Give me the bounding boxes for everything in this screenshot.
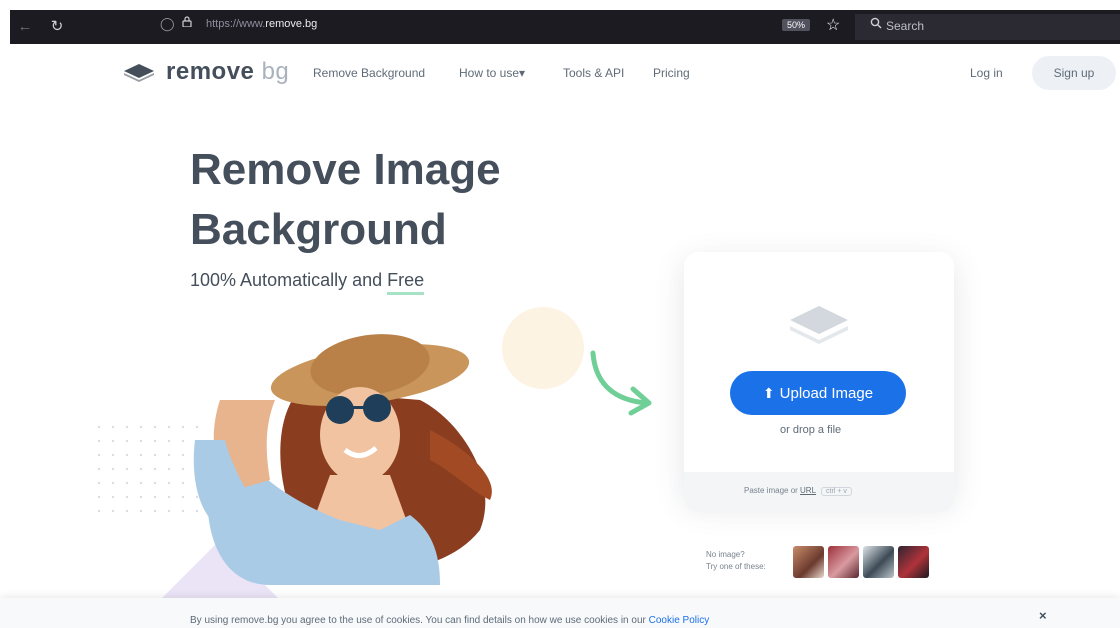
cookie-policy-link[interactable]: Cookie Policy <box>649 615 710 626</box>
logo-main: remove <box>166 58 255 85</box>
nav-how-to-use-label: How to use <box>459 66 520 80</box>
login-link[interactable]: Log in <box>970 66 1003 80</box>
logo-wordmark[interactable]: remove bg <box>166 58 289 86</box>
page-subtitle: 100% Automatically and Free <box>190 270 425 295</box>
lock-icon[interactable] <box>182 16 192 27</box>
drop-file-hint: or drop a file <box>780 424 842 436</box>
logo-layers-icon[interactable] <box>122 60 156 84</box>
paste-url-link[interactable]: URL <box>800 486 816 495</box>
sample-hint-line-2: Try one of these: <box>706 562 766 571</box>
page-title: Remove Image Background <box>190 140 501 260</box>
sample-thumbnail-1[interactable] <box>793 546 824 578</box>
nav-remove-background[interactable]: Remove Background <box>313 66 425 80</box>
logo-suffix: bg <box>261 58 290 85</box>
paste-hint: Paste image or URL ctrl + v <box>744 486 852 496</box>
title-line-2: Background <box>190 205 447 254</box>
search-icon <box>870 17 882 29</box>
sample-hint-line-1: No image? <box>706 550 745 559</box>
decorative-blob <box>502 307 584 389</box>
close-icon[interactable]: × <box>1039 608 1047 623</box>
signup-button[interactable]: Sign up <box>1032 56 1116 90</box>
cookie-text: By using remove.bg you agree to the use … <box>190 615 709 626</box>
paste-prefix: Paste image or <box>744 486 801 495</box>
title-line-1: Remove Image <box>190 145 501 194</box>
sample-thumbnail-4[interactable] <box>898 546 929 578</box>
shield-icon[interactable]: ◯ <box>160 16 175 32</box>
reload-icon[interactable]: ↻ <box>46 16 68 38</box>
nav-tools-api[interactable]: Tools & API <box>563 66 624 80</box>
sample-thumbnail-3[interactable] <box>863 546 894 578</box>
nav-how-to-use[interactable]: How to use▾ <box>459 66 525 80</box>
url-prefix: https://www. <box>206 18 266 30</box>
arrow-icon <box>590 350 652 416</box>
upload-button-label: Upload Image <box>779 385 874 402</box>
bookmark-star-icon[interactable]: ☆ <box>826 15 840 35</box>
paste-shortcut-badge: ctrl + v <box>821 487 852 496</box>
nav-pricing[interactable]: Pricing <box>653 66 690 80</box>
search-placeholder: Search <box>886 19 925 33</box>
sample-thumbnail-2[interactable] <box>828 546 859 578</box>
url-domain: remove.bg <box>265 18 318 30</box>
back-icon[interactable]: ← <box>14 16 36 38</box>
hero-woman-photo <box>193 334 492 585</box>
cookie-message: By using remove.bg you agree to the use … <box>190 615 649 626</box>
browser-toolbar: ← ↻ ◯ https://www.remove.bg 50% ☆ Search <box>10 10 1120 44</box>
url-text[interactable]: https://www.remove.bg <box>206 18 317 30</box>
zoom-badge[interactable]: 50% <box>782 19 811 31</box>
upload-icon: ⬆ <box>762 385 775 401</box>
chevron-down-icon: ▾ <box>519 66 526 80</box>
subtitle-emphasis: Free <box>387 270 425 295</box>
subtitle-prefix: 100% Automatically and <box>190 270 388 290</box>
sample-hint: No image? Try one of these: <box>706 549 766 573</box>
layers-icon <box>790 306 848 344</box>
upload-image-button[interactable]: ⬆ Upload Image <box>730 371 906 415</box>
